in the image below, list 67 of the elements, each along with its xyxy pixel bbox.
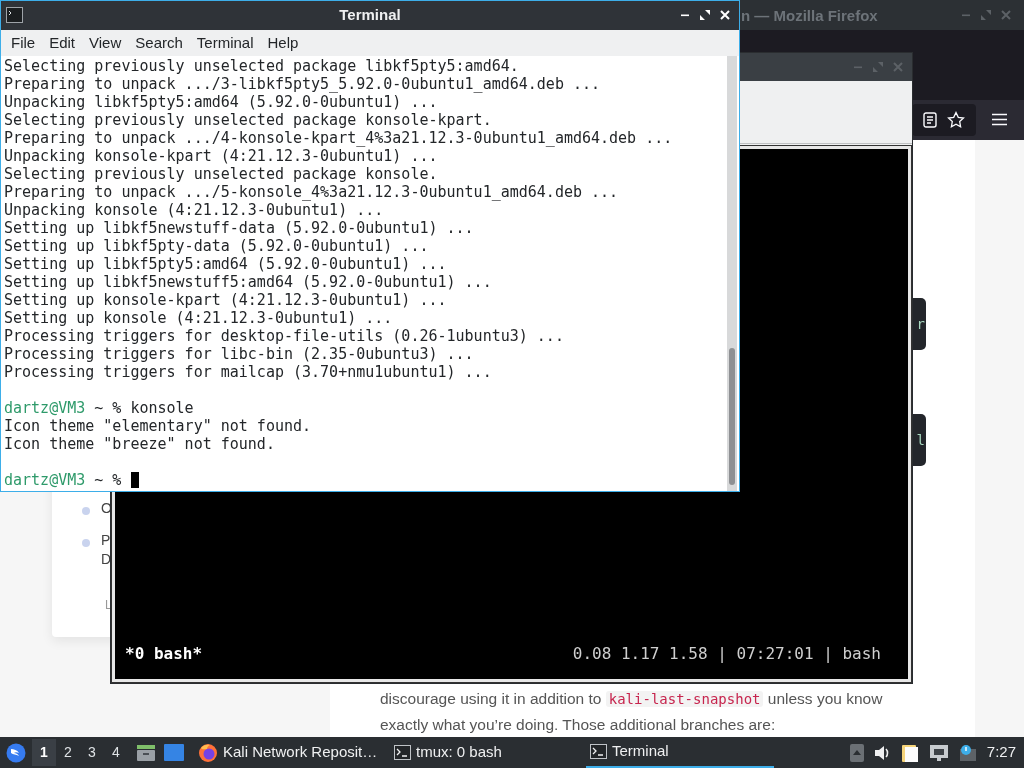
scrollbar-thumb[interactable]	[729, 348, 735, 485]
tray-expand-icon[interactable]	[849, 743, 864, 762]
output-line: Selecting previously unselected package konsole-kpart.	[4, 111, 492, 129]
output-line: Setting up libkf5newstuff5:amd64 (5.92.0-0ubuntu1) ...	[4, 273, 492, 291]
output-line: Preparing to unpack .../3-libkf5pty5_5.92.0-0ubuntu1_amd64.deb ...	[4, 75, 601, 93]
menu-item[interactable]: Edit	[42, 31, 83, 55]
menu-item[interactable]: Search	[128, 31, 190, 55]
bullet-icon	[82, 539, 90, 547]
volume-icon[interactable]	[873, 744, 891, 761]
output-line: Unpacking konsole (4:21.12.3-0ubuntu1) ...	[4, 201, 384, 219]
list-item: D	[101, 550, 112, 569]
notification-icon[interactable]	[958, 743, 977, 762]
taskbar-button[interactable]: Terminal	[586, 737, 774, 768]
clipboard-icon[interactable]	[900, 742, 919, 763]
output-line: Setting up libkf5pty-data (5.92.0-0ubuntu1) ...	[4, 237, 429, 255]
list-item: P	[101, 531, 111, 550]
output-line: Preparing to unpack .../4-konsole-kpart_4%3a21.12.3-0ubuntu1_amd64.deb ...	[4, 129, 673, 147]
menu-item[interactable]: View	[82, 31, 129, 55]
terminal-icon	[590, 744, 607, 759]
window-title: Terminal	[339, 5, 401, 26]
paragraph: discourage using it in addition to kali-last-snapshot unless you know exactly what you’re doing. Those additional branches are:	[380, 689, 884, 735]
workspace-button[interactable]: 3	[80, 739, 104, 766]
file-cabinet-icon[interactable]	[136, 743, 156, 762]
output-line: Processing triggers for desktop-file-utils (0.26-1ubuntu3) ...	[4, 327, 564, 345]
prompt-user: dartz@VM3	[4, 399, 86, 417]
workspace-button[interactable]: 1	[32, 739, 56, 766]
scrollbar[interactable]	[727, 56, 737, 491]
window-title: n — Mozilla Firefox	[741, 6, 878, 26]
output-line: Preparing to unpack .../5-konsole_4%3a21.12.3-0ubuntu1_amd64.deb ...	[4, 183, 619, 201]
start-menu-icon[interactable]	[6, 742, 26, 763]
firefox-icon	[198, 742, 218, 763]
output-line: Setting up libkf5pty5:amd64 (5.92.0-0ubuntu1) ...	[4, 255, 447, 273]
menu-item[interactable]: File	[4, 31, 43, 55]
menu-item[interactable]: Help	[260, 31, 306, 55]
network-icon[interactable]	[928, 743, 949, 762]
output-line: Icon theme "elementary" not found.	[4, 417, 312, 435]
status-text: 0.08 1.17 1.58 | 07:27:01 | bash	[572, 643, 881, 665]
prompt-text: ~ %	[93, 399, 123, 417]
bullet-icon	[82, 507, 90, 515]
taskbar-button[interactable]: Kali Network Reposit…	[194, 737, 382, 768]
status-text: *0 bash*	[125, 643, 203, 665]
output-line: Selecting previously unselected package libkf5pty5:amd64.	[4, 57, 519, 75]
output-line: Unpacking libkf5pty5:amd64 (5.92.0-0ubuntu1) ...	[4, 93, 438, 111]
command-text: konsole	[130, 399, 194, 417]
output-line: Processing triggers for libc-bin (2.35-0ubuntu3) ...	[4, 345, 474, 363]
workspace-button[interactable]: 2	[56, 739, 80, 766]
clock: 7:27	[986, 742, 1016, 763]
output-line: Setting up konsole (4:21.12.3-0ubuntu1) ...	[4, 309, 393, 327]
prompt-user: dartz@VM3	[4, 471, 86, 489]
output-line: Unpacking konsole-kpart (4:21.12.3-0ubuntu1) ...	[4, 147, 438, 165]
maximize-button[interactable]	[699, 9, 711, 21]
workspace-button[interactable]: 4	[104, 739, 128, 766]
star-icon[interactable]	[947, 111, 965, 129]
output-line: Icon theme "breeze" not found.	[4, 435, 275, 453]
menu-item[interactable]: Terminal	[189, 31, 261, 55]
text-cursor	[131, 472, 140, 488]
terminal-icon	[6, 7, 23, 23]
url-bar[interactable]	[912, 104, 976, 136]
menu-icon[interactable]	[992, 113, 1007, 126]
output-line: Setting up libkf5newstuff-data (5.92.0-0ubuntu1) ...	[4, 219, 474, 237]
output-line: Processing triggers for mailcap (3.70+nmu1ubuntu1) ...	[4, 363, 492, 381]
output-line: Selecting previously unselected package konsole.	[4, 165, 438, 183]
terminal-icon	[394, 745, 411, 760]
output-line: Setting up konsole-kpart (4:21.12.3-0ubuntu1) ...	[4, 291, 447, 309]
reader-view-icon[interactable]	[923, 112, 937, 128]
prompt-text: ~ %	[93, 471, 123, 489]
taskbar-button[interactable]: tmux: 0 bash	[390, 737, 578, 768]
